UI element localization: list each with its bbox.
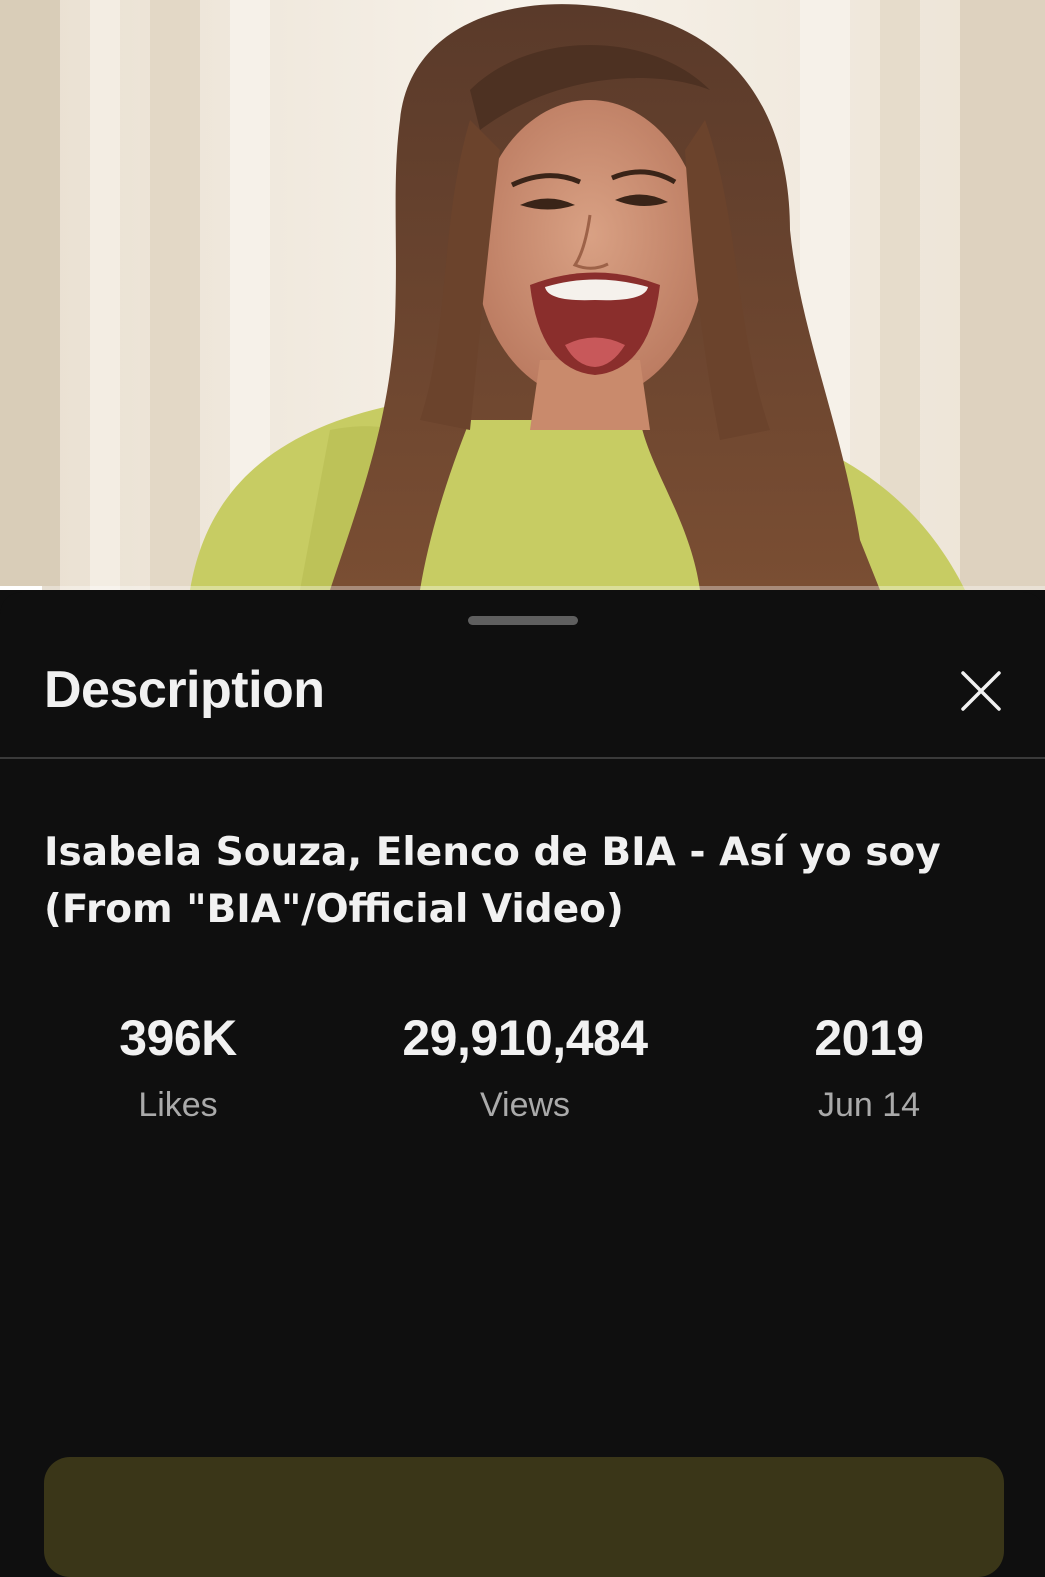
progress-bar-fill <box>0 586 42 590</box>
video-title: Isabela Souza, Elenco de BIA - Así yo so… <box>44 830 941 932</box>
likes-label: Likes <box>138 1086 218 1124</box>
stat-likes: 396K Likes <box>28 1010 328 1124</box>
panel-heading: Description <box>44 661 325 719</box>
drag-handle[interactable] <box>468 616 578 625</box>
video-player[interactable] <box>0 0 1045 590</box>
info-card[interactable] <box>44 1457 1004 1577</box>
stat-publish-date: 2019 Jun 14 <box>719 1010 1019 1124</box>
likes-count: 396K <box>119 1010 237 1066</box>
video-frame-image <box>0 0 1045 590</box>
stat-views: 29,910,484 Views <box>375 1010 675 1124</box>
publish-day: Jun 14 <box>817 1086 921 1124</box>
description-sheet: Description Isabela Souza, Elenco de BIA… <box>0 592 1045 1577</box>
publish-year: 2019 <box>814 1010 924 1066</box>
close-button[interactable] <box>948 658 1014 724</box>
divider <box>0 757 1045 759</box>
views-count: 29,910,484 <box>402 1010 648 1066</box>
progress-bar[interactable] <box>0 586 1045 590</box>
close-icon <box>961 671 1001 711</box>
views-label: Views <box>479 1086 571 1124</box>
